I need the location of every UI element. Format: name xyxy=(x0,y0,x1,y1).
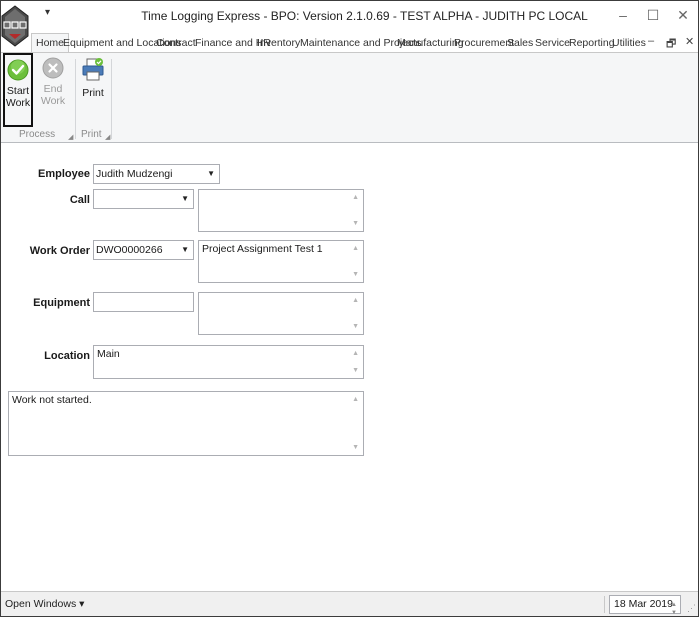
scroll-up-icon[interactable]: ▲ xyxy=(352,194,359,201)
time-logging-form: Employee Judith Mudzengi ▼ Call ▼ ▲ ▼ Wo… xyxy=(1,144,698,590)
location-value: Main xyxy=(97,348,120,360)
dropdown-arrow-icon[interactable]: ▼ xyxy=(181,190,189,208)
mdi-minimize-button[interactable]: – xyxy=(648,35,654,47)
equipment-label: Equipment xyxy=(33,297,90,309)
x-circle-icon xyxy=(42,57,64,79)
work-order-label: Work Order xyxy=(29,245,90,257)
equipment-description-memo[interactable]: ▲ ▼ xyxy=(198,292,364,335)
location-label: Location xyxy=(44,350,90,362)
scroll-down-icon[interactable]: ▼ xyxy=(352,323,359,330)
work-order-value: DWO0000266 xyxy=(96,244,163,256)
end-work-label: End Work xyxy=(40,83,66,107)
call-description-memo[interactable]: ▲ ▼ xyxy=(198,189,364,232)
date-value: 18 Mar 2019 xyxy=(614,598,673,610)
group-label-process: Process xyxy=(19,129,56,140)
employee-combo[interactable]: Judith Mudzengi ▼ xyxy=(93,164,220,184)
tab-reporting[interactable]: Reporting xyxy=(569,35,615,53)
call-label: Call xyxy=(69,194,90,206)
date-field[interactable]: 18 Mar 2019 ▲ ▼ xyxy=(609,595,681,617)
app-window: ▾ Time Logging Express - BPO: Version 2.… xyxy=(0,0,699,617)
resize-grip-icon[interactable]: ⋰ xyxy=(687,603,696,614)
tab-contract[interactable]: Contract xyxy=(156,35,196,53)
scroll-up-icon[interactable]: ▲ xyxy=(352,297,359,304)
scroll-up-icon[interactable]: ▲ xyxy=(352,350,359,357)
start-work-button[interactable]: Start Work xyxy=(3,53,33,127)
start-work-label-line2: Work xyxy=(5,97,31,109)
tab-procurement[interactable]: Procurement xyxy=(454,35,514,53)
work-order-description-memo[interactable]: Project Assignment Test 1 ▲ ▼ xyxy=(198,240,364,283)
work-order-description: Project Assignment Test 1 xyxy=(202,243,323,255)
employee-label: Employee xyxy=(38,168,90,180)
status-separator xyxy=(604,596,605,613)
window-title: Time Logging Express - BPO: Version 2.1.… xyxy=(141,9,588,23)
work-status-text: Work not started. xyxy=(12,394,92,406)
scroll-down-icon[interactable]: ▼ xyxy=(352,367,359,374)
dropdown-arrow-icon[interactable]: ▼ xyxy=(207,165,215,183)
printer-icon xyxy=(82,58,104,81)
dropdown-arrow-icon[interactable]: ▼ xyxy=(181,241,189,259)
equipment-input[interactable] xyxy=(93,292,194,312)
tab-service[interactable]: Service xyxy=(535,35,570,53)
start-work-label-line1: Start xyxy=(6,85,30,97)
ribbon-panel: Start Work End Work Print Process ◢ Prin… xyxy=(1,52,698,143)
ribbon-tab-bar: Home Equipment and Locations Contract Fi… xyxy=(1,31,698,53)
tab-utilities[interactable]: Utilities xyxy=(612,35,646,53)
print-button[interactable]: Print xyxy=(79,57,107,99)
title-bar: ▾ Time Logging Express - BPO: Version 2.… xyxy=(1,1,698,31)
mdi-close-button[interactable]: ✕ xyxy=(685,35,694,48)
scroll-down-icon[interactable]: ▼ xyxy=(352,271,359,278)
employee-value: Judith Mudzengi xyxy=(96,168,173,180)
process-group-launcher-icon[interactable]: ◢ xyxy=(68,133,73,141)
spin-down-icon[interactable]: ▼ xyxy=(671,605,677,617)
work-status-memo[interactable]: Work not started. ▲ ▼ xyxy=(8,391,364,456)
tab-inventory[interactable]: Inventory xyxy=(257,35,300,53)
work-order-combo[interactable]: DWO0000266 ▼ xyxy=(93,240,194,260)
maximize-button[interactable]: ☐ xyxy=(639,5,667,25)
status-bar: Open Windows ▾ 18 Mar 2019 ▲ ▼ ⋰ xyxy=(1,591,698,616)
scroll-down-icon[interactable]: ▼ xyxy=(352,444,359,451)
location-memo[interactable]: Main ▲ ▼ xyxy=(93,345,364,379)
scroll-up-icon[interactable]: ▲ xyxy=(352,396,359,403)
ribbon-group-separator xyxy=(111,59,112,139)
app-menu-logo-icon[interactable] xyxy=(1,5,29,47)
tab-sales[interactable]: Sales xyxy=(507,35,533,53)
scroll-up-icon[interactable]: ▲ xyxy=(352,245,359,252)
call-combo[interactable]: ▼ xyxy=(93,189,194,209)
print-label: Print xyxy=(82,87,104,99)
scroll-down-icon[interactable]: ▼ xyxy=(352,220,359,227)
ribbon-group-separator xyxy=(75,59,76,139)
check-circle-icon xyxy=(7,59,29,81)
minimize-button[interactable]: – xyxy=(609,5,637,25)
print-group-launcher-icon[interactable]: ◢ xyxy=(105,133,110,141)
close-button[interactable]: ✕ xyxy=(669,5,697,25)
group-label-print: Print xyxy=(81,129,102,140)
open-windows-menu[interactable]: Open Windows ▾ xyxy=(5,598,84,610)
end-work-button[interactable]: End Work xyxy=(35,57,71,107)
